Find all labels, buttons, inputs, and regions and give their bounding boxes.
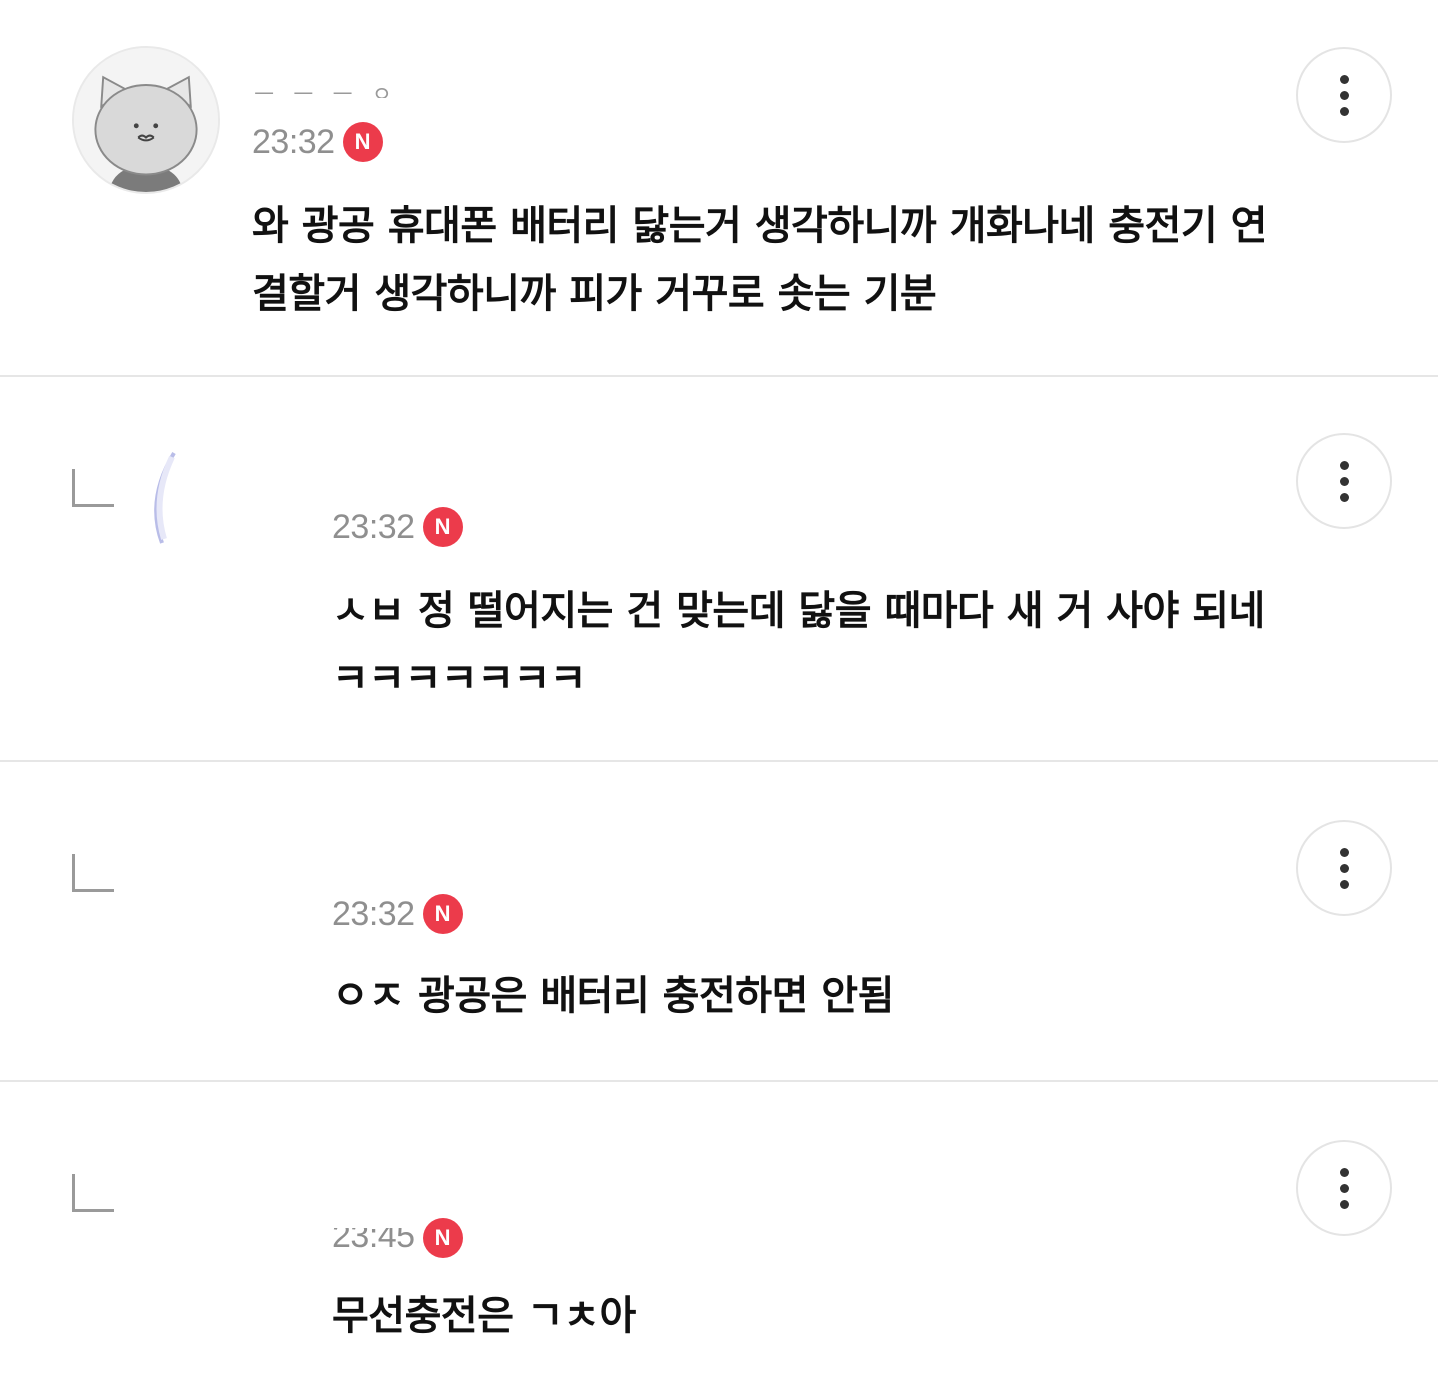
comment-text: ㅅㅂ 정 떨어지는 건 맞는데 닳을 때마다 새 거 사야 되네 ㅋㅋㅋㅋㅋㅋㅋ (332, 588, 1265, 702)
new-badge: N (422, 1218, 463, 1258)
avatar[interactable] (150, 451, 190, 547)
comment-item: ㅡ ㅡ ㅡ ㅇ 23:32 N 와 광공 휴대폰 배터리 닳는거 생각하니까 개… (0, 0, 1438, 377)
more-options-button[interactable] (1296, 47, 1392, 143)
new-badge: N (422, 894, 463, 934)
cat-avatar-icon[interactable] (72, 46, 220, 194)
reply-item: 23:32 N ㅇㅈ 광공은 배터리 충전하면 안됨 (0, 762, 1438, 1082)
more-options-button[interactable] (1296, 433, 1392, 529)
comment-text: ㅇㅈ 광공은 배터리 충전하면 안됨 (332, 973, 894, 1019)
reply-item: 23:32 N ㅅㅂ 정 떨어지는 건 맞는데 닳을 때마다 새 거 사야 되네… (0, 377, 1438, 762)
comment-time: 23:45 (332, 1228, 415, 1248)
comment-time: 23:32 (332, 507, 415, 546)
comment-meta: 23:45 N (332, 1218, 463, 1258)
more-vertical-icon (1339, 847, 1349, 889)
reply-item: 23:45 N 무선충전은 ㄱㅊ아 (0, 1082, 1438, 1389)
comment-text: 와 광공 휴대폰 배터리 닳는거 생각하니까 개화나네 충전기 연결할거 생각하… (252, 203, 1267, 317)
new-badge: N (422, 507, 463, 547)
comment-meta: 23:32 N (252, 122, 383, 162)
reply-arrow-icon (72, 1174, 114, 1212)
comment-meta: 23:32 N (332, 894, 463, 934)
more-vertical-icon (1339, 460, 1349, 502)
more-options-button[interactable] (1296, 820, 1392, 916)
reply-arrow-icon (72, 469, 114, 507)
comment-meta: 23:32 N (332, 507, 463, 547)
reply-arrow-icon (72, 854, 114, 892)
more-options-button[interactable] (1296, 1140, 1392, 1236)
comment-time: 23:32 (252, 122, 335, 161)
comment-username[interactable]: ㅡ ㅡ ㅡ ㅇ (254, 76, 398, 98)
more-vertical-icon (1339, 1167, 1349, 1209)
new-badge: N (342, 122, 383, 162)
more-vertical-icon (1339, 74, 1349, 116)
comment-text: 무선충전은 ㄱㅊ아 (332, 1293, 636, 1339)
comment-time: 23:32 (332, 894, 415, 933)
